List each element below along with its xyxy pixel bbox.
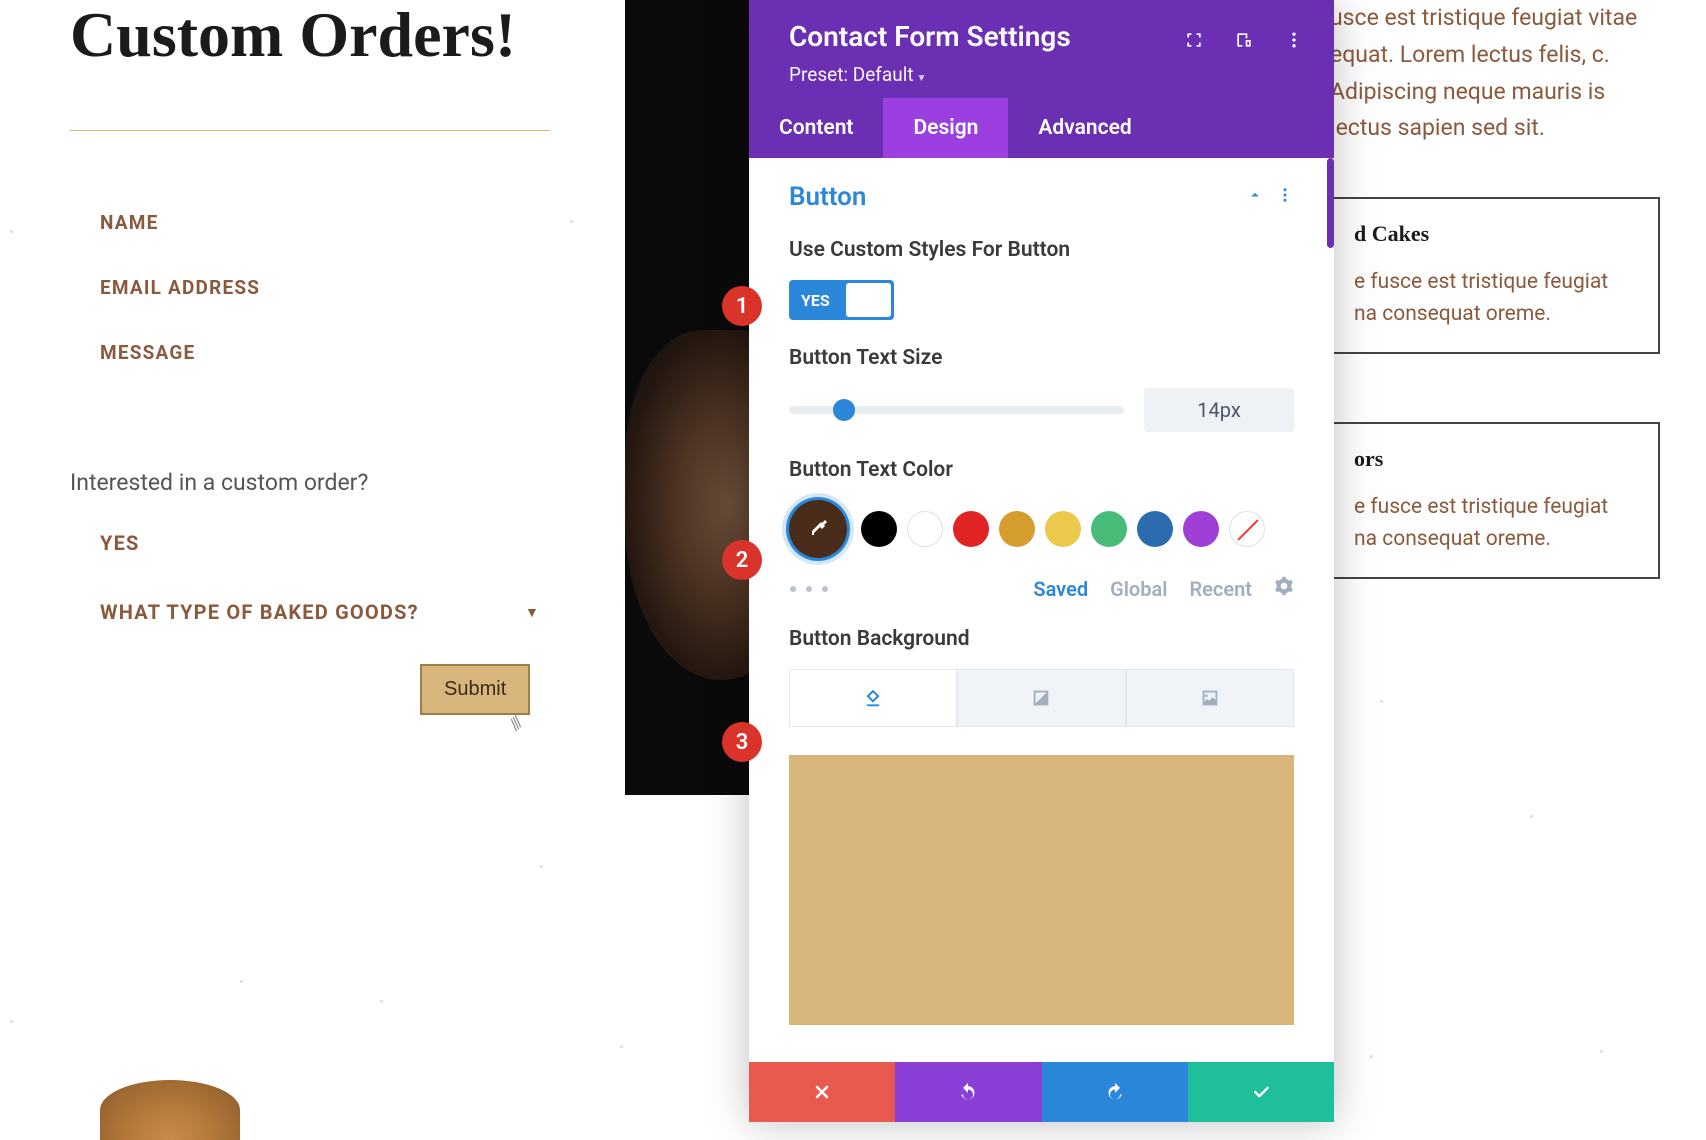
color-tab-global[interactable]: Global xyxy=(1110,577,1167,601)
swatch-blue[interactable] xyxy=(1137,511,1173,547)
message-field[interactable]: MESSAGE xyxy=(100,341,550,364)
section-button[interactable]: Button xyxy=(789,182,866,212)
text-size-slider[interactable] xyxy=(789,406,1124,414)
text-color-swatches xyxy=(789,500,1294,558)
swatch-green[interactable] xyxy=(1091,511,1127,547)
toggle-value: YES xyxy=(789,291,830,310)
undo-button[interactable] xyxy=(895,1062,1041,1122)
background-label: Button Background xyxy=(789,627,1294,651)
bg-tab-solid[interactable] xyxy=(789,669,957,727)
redo-button[interactable] xyxy=(1042,1062,1188,1122)
settings-panel: Contact Form Settings Preset: Default▼ C… xyxy=(749,0,1334,1122)
swatch-yellow[interactable] xyxy=(1045,511,1081,547)
color-settings-icon[interactable] xyxy=(1274,576,1294,601)
swatch-purple[interactable] xyxy=(1183,511,1219,547)
card2-text: e fusce est tristique feugiat na consequ… xyxy=(1354,492,1636,555)
swatch-orange[interactable] xyxy=(999,511,1035,547)
submit-button[interactable]: Submit xyxy=(420,664,530,715)
bread-corner-image xyxy=(100,1080,240,1140)
custom-styles-toggle[interactable]: YES xyxy=(789,280,894,320)
swatch-selected[interactable] xyxy=(789,500,847,558)
badge-2: 2 xyxy=(722,540,762,580)
text-size-label: Button Text Size xyxy=(789,346,1294,370)
swatch-none[interactable] xyxy=(1229,511,1265,547)
bg-tab-image[interactable] xyxy=(1126,669,1294,727)
text-size-value[interactable]: 14px xyxy=(1144,388,1294,432)
slider-thumb[interactable] xyxy=(833,399,855,421)
tab-advanced[interactable]: Advanced xyxy=(1008,98,1161,158)
swatch-white[interactable] xyxy=(907,511,943,547)
card2-title: ors xyxy=(1354,446,1636,472)
confirm-button[interactable] xyxy=(1188,1062,1334,1122)
custom-styles-label: Use Custom Styles For Button xyxy=(789,238,1294,262)
badge-3: 3 xyxy=(722,722,762,762)
kebab-menu-icon[interactable] xyxy=(1284,30,1304,54)
settings-tabs: Content Design Advanced xyxy=(749,98,1334,158)
select-label: WHAT TYPE OF BAKED GOODS? xyxy=(100,600,419,624)
expand-icon[interactable] xyxy=(1184,30,1204,54)
collapse-icon[interactable] xyxy=(1246,186,1264,208)
section-kebab-icon[interactable] xyxy=(1276,186,1294,208)
color-tab-recent[interactable]: Recent xyxy=(1189,577,1252,601)
tab-content[interactable]: Content xyxy=(749,98,883,158)
tab-design[interactable]: Design xyxy=(883,98,1008,158)
cancel-button[interactable] xyxy=(749,1062,895,1122)
card1-title: d Cakes xyxy=(1354,221,1636,247)
page-title: Custom Orders! xyxy=(70,0,550,70)
eyedropper-icon xyxy=(806,517,830,541)
panel-header: Contact Form Settings Preset: Default▼ xyxy=(749,0,1334,98)
name-field[interactable]: NAME xyxy=(100,211,550,234)
email-field[interactable]: EMAIL ADDRESS xyxy=(100,276,550,299)
yes-option[interactable]: YES xyxy=(100,531,550,555)
scrollbar[interactable] xyxy=(1327,158,1334,248)
more-colors-icon[interactable]: ● ● ● xyxy=(789,580,831,597)
card1-text: e fusce est tristique feugiat na consequ… xyxy=(1354,267,1636,330)
badge-1: 1 xyxy=(722,286,762,326)
title-underline xyxy=(70,130,550,131)
baked-goods-select[interactable]: WHAT TYPE OF BAKED GOODS? ▼ xyxy=(100,600,540,624)
text-color-label: Button Text Color xyxy=(789,458,1294,482)
preset-selector[interactable]: Preset: Default▼ xyxy=(789,63,1294,86)
toggle-knob xyxy=(846,283,891,317)
resize-handle-icon[interactable]: /// xyxy=(505,713,526,734)
swatch-red[interactable] xyxy=(953,511,989,547)
caret-down-icon: ▼ xyxy=(525,604,540,621)
bg-color-preview[interactable] xyxy=(789,755,1294,1025)
action-bar xyxy=(749,1062,1334,1122)
swatch-black[interactable] xyxy=(861,511,897,547)
responsive-icon[interactable] xyxy=(1234,30,1254,54)
color-tab-saved[interactable]: Saved xyxy=(1033,577,1088,601)
custom-order-question: Interested in a custom order? xyxy=(70,469,550,496)
bg-tab-gradient[interactable] xyxy=(957,669,1125,727)
intro-paragraph: usce est tristique feugiat vitae equat. … xyxy=(1330,0,1660,147)
